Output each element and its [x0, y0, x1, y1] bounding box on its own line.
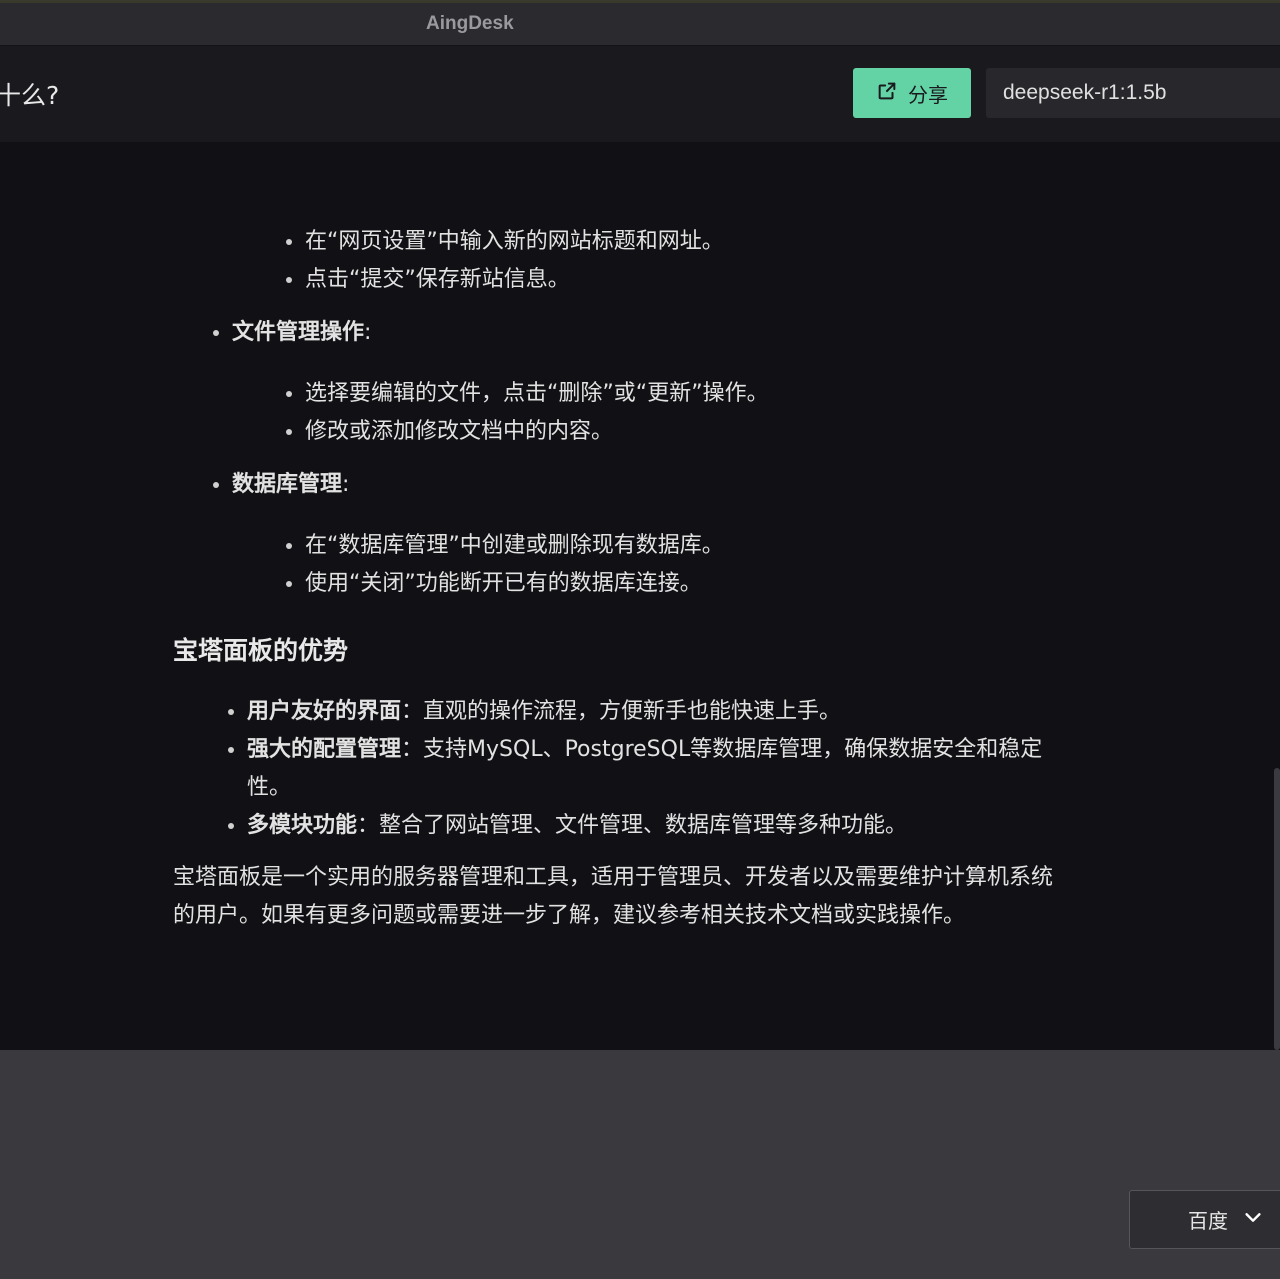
- scrollbar-thumb[interactable]: [1274, 768, 1280, 1050]
- advantage-sep: ：: [401, 699, 424, 724]
- advantage-text: 整合了网站管理、文件管理、数据库管理等多种功能。: [379, 813, 908, 838]
- db-ops-label: 数据库管理: [232, 472, 343, 497]
- list-item: 用户友好的界面：直观的操作流程，方便新手也能快速上手。: [228, 693, 1053, 731]
- chevron-down-icon: [1242, 1206, 1264, 1233]
- list-webpage-settings: 在“网页设置”中输入新的网站标题和网址。 点击“提交”保存新站信息。: [173, 223, 1053, 299]
- summary-paragraph: 宝塔面板是一个实用的服务器管理和工具，适用于管理员、开发者以及需要维护计算机系统…: [173, 865, 1054, 928]
- chat-header: 十么? 分享 deepseek-r1:1.5b: [0, 46, 1280, 142]
- advantage-sep: ：: [401, 737, 424, 762]
- list-file-ops: 文件管理操作:: [173, 314, 1053, 352]
- list-item: 文件管理操作:: [213, 314, 1053, 352]
- advantage-sep: ：: [357, 813, 380, 838]
- list-db-ops: 数据库管理:: [173, 466, 1053, 504]
- chat-content[interactable]: 在“网页设置”中输入新的网站标题和网址。 点击“提交”保存新站信息。 文件管理操…: [0, 142, 1280, 1050]
- advantage-text: 直观的操作流程，方便新手也能快速上手。: [423, 699, 842, 724]
- list-item: 修改或添加修改文档中的内容。: [286, 413, 1053, 451]
- list-db-ops-items: 在“数据库管理”中创建或删除现有数据库。 使用“关闭”功能断开已有的数据库连接。: [173, 527, 1053, 603]
- list-item: 使用“关闭”功能断开已有的数据库连接。: [286, 565, 1053, 603]
- list-file-ops-items: 选择要编辑的文件，点击“删除”或“更新”操作。 修改或添加修改文档中的内容。: [173, 375, 1053, 451]
- list-item: 点击“提交”保存新站信息。: [286, 261, 1053, 299]
- search-engine-select[interactable]: 百度: [1129, 1190, 1280, 1249]
- share-label: 分享: [908, 82, 948, 107]
- title-bar: AingDesk: [0, 0, 1280, 46]
- chat-title: 十么?: [0, 81, 60, 110]
- search-engine-label: 百度: [1188, 1209, 1228, 1233]
- section-heading: 宝塔面板的优势: [173, 636, 349, 665]
- list-item: 在“数据库管理”中创建或删除现有数据库。: [286, 527, 1053, 565]
- advantage-title: 用户友好的界面: [247, 699, 402, 724]
- list-item: 多模块功能：整合了网站管理、文件管理、数据库管理等多种功能。: [228, 807, 1053, 845]
- list-item: 强大的配置管理：支持MySQL、PostgreSQL等数据库管理，确保数据安全和…: [228, 731, 1053, 807]
- colon: :: [342, 472, 350, 497]
- list-item: 数据库管理:: [213, 466, 1053, 504]
- assistant-message: 在“网页设置”中输入新的网站标题和网址。 点击“提交”保存新站信息。 文件管理操…: [173, 142, 1053, 935]
- list-item: 选择要编辑的文件，点击“删除”或“更新”操作。: [286, 375, 1053, 413]
- file-ops-label: 文件管理操作: [232, 320, 365, 345]
- composer-area[interactable]: 百度: [0, 1050, 1280, 1279]
- share-icon: [876, 80, 898, 107]
- advantage-title: 强大的配置管理: [247, 737, 402, 762]
- model-select[interactable]: deepseek-r1:1.5b: [986, 68, 1280, 118]
- app-title: AingDesk: [426, 13, 514, 34]
- advantage-title: 多模块功能: [247, 813, 358, 838]
- share-button[interactable]: 分享: [853, 68, 971, 118]
- list-item: 在“网页设置”中输入新的网站标题和网址。: [286, 223, 1053, 261]
- advantages-list: 用户友好的界面：直观的操作流程，方便新手也能快速上手。 强大的配置管理：支持My…: [173, 693, 1053, 845]
- colon: :: [364, 320, 372, 345]
